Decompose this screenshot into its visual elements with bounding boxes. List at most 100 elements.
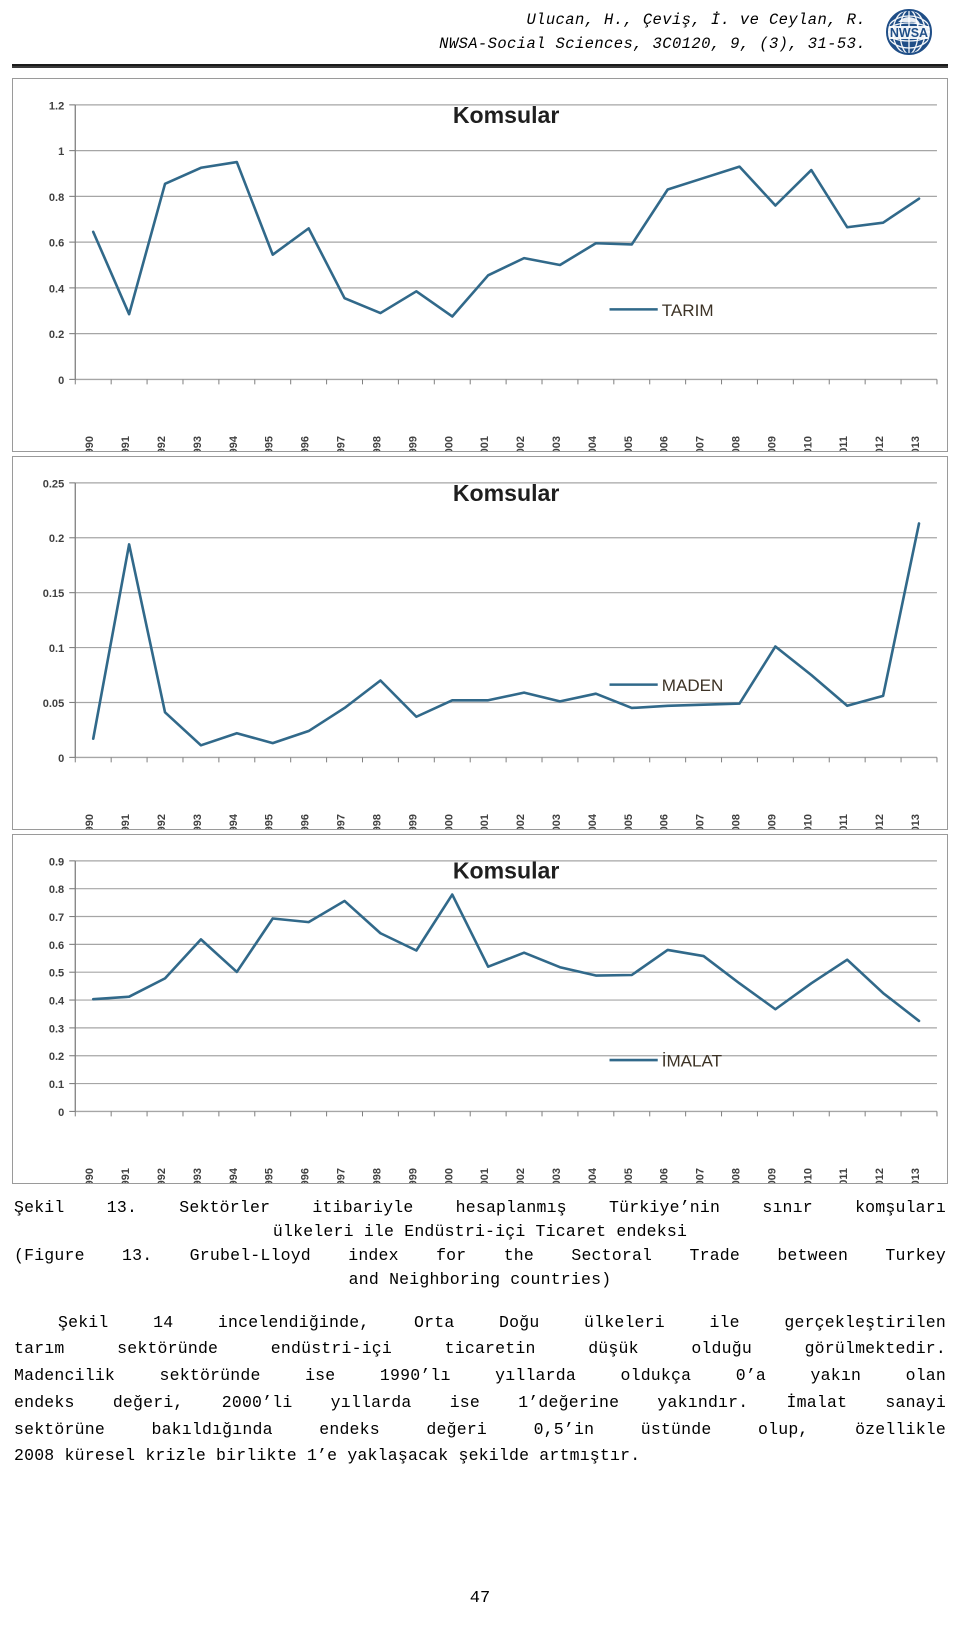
x-axis-tick-label: 2002 <box>515 436 527 451</box>
y-axis-tick-label: 0.2 <box>49 533 64 545</box>
x-axis-tick-label: 1990 <box>84 436 96 451</box>
x-axis-tick-label: 2002 <box>515 814 527 829</box>
y-axis-tick-label: 0.1 <box>49 1079 64 1091</box>
y-axis-tick-label: 0.9 <box>49 856 64 868</box>
y-axis-tick-label: 0.3 <box>49 1023 64 1035</box>
x-axis-tick-label: 2002 <box>515 1168 527 1183</box>
x-axis-tick-label: 1998 <box>371 436 383 451</box>
x-axis-tick-label: 2012 <box>874 1168 886 1183</box>
x-axis-tick-label: 1999 <box>407 1168 419 1183</box>
y-axis-tick-label: 0.2 <box>49 1051 64 1063</box>
y-axis-tick-label: 0.8 <box>49 192 64 204</box>
x-axis-tick-label: 2005 <box>623 814 635 829</box>
running-head-citation: NWSA-Social Sciences, 3C0120, 9, (3), 31… <box>439 35 866 54</box>
x-axis-tick-label: 1998 <box>371 1168 383 1183</box>
x-axis-tick-label: 2008 <box>730 1168 742 1183</box>
caption-line-4: and Neighboring countries) <box>348 1269 612 1289</box>
x-axis-tick-label: 2011 <box>838 436 850 451</box>
y-axis-tick-label: 0.4 <box>49 996 65 1008</box>
nwsa-logo-text: NWSA <box>890 26 928 40</box>
body-paragraph: Şekil 14 incelendiğinde, Orta Doğu ülkel… <box>14 1310 946 1470</box>
x-axis-tick-label: 2006 <box>659 436 671 451</box>
x-axis-tick-label: 2008 <box>730 436 742 451</box>
figure-caption: Şekil 13. Sektörler itibariyle hesaplanm… <box>14 1196 946 1292</box>
y-axis-tick-label: 0.5 <box>49 968 64 980</box>
paragraph-line-2: tarım sektöründe endüstri-içi ticaretin … <box>14 1339 946 1359</box>
paragraph-line-4: endeks değeri, 2000’li yıllarda ise 1’de… <box>14 1392 946 1412</box>
x-axis-tick-label: 2007 <box>695 814 707 829</box>
y-axis-tick-label: 0.1 <box>49 643 64 655</box>
x-axis-tick-label: 2003 <box>551 436 563 451</box>
x-axis-tick-label: 1993 <box>192 436 204 451</box>
y-axis-tick-label: 0.25 <box>43 478 64 490</box>
caption-line-3: (Figure 13. Grubel-Lloyd index for the S… <box>14 1245 946 1265</box>
series-line-tarim <box>91 160 921 318</box>
x-axis-tick-label: 2009 <box>766 1168 778 1183</box>
x-axis-tick-label: 2013 <box>910 1168 922 1183</box>
x-axis-tick-label: 2006 <box>659 1168 671 1183</box>
x-axis-tick-label: 1996 <box>300 436 312 451</box>
y-axis-tick-label: 0.2 <box>49 329 64 341</box>
x-axis-tick-label: 2000 <box>443 814 455 829</box>
chart-title: Komsular <box>453 102 560 128</box>
x-axis-tick-label: 1990 <box>84 1168 96 1183</box>
x-axis-tick-label: 1995 <box>264 436 276 451</box>
y-axis-tick-label: 0.4 <box>49 283 65 295</box>
chart-title: Komsular <box>453 480 560 506</box>
x-axis-tick-label: 2010 <box>802 436 814 451</box>
x-axis-tick-label: 2013 <box>910 814 922 829</box>
paragraph-line-1: Şekil 14 incelendiğinde, Orta Doğu ülkel… <box>58 1312 946 1332</box>
y-axis-tick-label: 0 <box>58 753 64 765</box>
x-axis-tick-label: 1995 <box>264 1168 276 1183</box>
y-axis-tick-label: 0.6 <box>49 238 64 250</box>
x-axis-tick-label: 2006 <box>659 814 671 829</box>
paragraph-line-6: 2008 küresel krizle birlikte 1’e yaklaşa… <box>14 1446 641 1466</box>
chart-maden: 0 0.05 0.1 0.15 0.2 0.25 1990 1991 1992 1993 1994 1… <box>12 456 948 830</box>
x-axis-tick-label: 1991 <box>120 814 132 829</box>
x-axis-tick-label: 2007 <box>695 1168 707 1183</box>
legend-label: TARIM <box>662 301 714 320</box>
x-axis-tick-label: 1992 <box>156 1168 168 1183</box>
figure-13-charts: 0 0.2 0.4 0.6 0.8 1 1.2 1990 1991 1992 1993 1994 199… <box>12 78 948 1184</box>
paragraph-line-3: Madencilik sektöründe ise 1990’lı yıllar… <box>14 1366 946 1386</box>
x-axis-tick-label: 1997 <box>336 436 348 451</box>
x-axis-tick-label: 1990 <box>84 814 96 829</box>
x-axis-tick-label: 2003 <box>551 814 563 829</box>
series-line-i̇malat <box>91 893 921 1023</box>
x-axis-tick-label: 2004 <box>587 1167 599 1183</box>
x-axis-tick-label: 1998 <box>371 814 383 829</box>
x-axis-tick-label: 1992 <box>156 814 168 829</box>
chart-title: Komsular <box>453 858 560 884</box>
x-axis-tick-label: 1999 <box>407 436 419 451</box>
x-axis-tick-label: 2012 <box>874 814 886 829</box>
y-axis-tick-label: 0 <box>58 1107 64 1119</box>
x-axis-tick-label: 2007 <box>695 436 707 451</box>
page-number: 47 <box>469 1589 491 1608</box>
x-axis-tick-label: 2013 <box>910 436 922 451</box>
y-axis-tick-label: 1.2 <box>49 100 64 112</box>
x-axis-tick-label: 1994 <box>228 435 240 451</box>
x-axis-tick-label: 2000 <box>443 1168 455 1183</box>
x-axis-tick-label: 2012 <box>874 436 886 451</box>
chart-imalat: 0 0.1 0.2 0.3 0.4 0.5 0.6 0.7 0.8 0.9 1990 1991 1992… <box>12 834 948 1184</box>
nwsa-logo-icon: NWSA <box>880 6 938 58</box>
x-axis-tick-label: 2001 <box>479 436 491 451</box>
running-head-authors: Ulucan, H., Çeviş, İ. ve Ceylan, R. <box>526 11 866 29</box>
chart-imalat-svg: 0 0.1 0.2 0.3 0.4 0.5 0.6 0.7 0.8 0.9 1990 1991 1992… <box>49 856 938 1183</box>
y-axis-tick-label: 0.8 <box>49 884 64 896</box>
series-line-maden <box>91 522 921 747</box>
x-axis-tick-label: 2011 <box>838 1168 850 1183</box>
y-axis-tick-label: 0.7 <box>49 912 64 924</box>
x-axis-tick-label: 2003 <box>551 1168 563 1183</box>
x-axis-tick-label: 2010 <box>802 1168 814 1183</box>
x-axis-tick-label: 1992 <box>156 436 168 451</box>
legend-label: İMALAT <box>662 1052 722 1071</box>
y-axis-tick-label: 0 <box>58 375 64 387</box>
x-axis-tick-label: 1999 <box>407 814 419 829</box>
x-axis-tick-label: 1997 <box>336 814 348 829</box>
x-axis-tick-label: 2010 <box>802 814 814 829</box>
x-axis-tick-label: 1994 <box>228 1167 240 1183</box>
x-axis-tick-label: 2005 <box>623 436 635 451</box>
caption-line-1: Şekil 13. Sektörler itibariyle hesaplanm… <box>14 1198 946 1217</box>
x-axis-tick-label: 1996 <box>300 1168 312 1183</box>
